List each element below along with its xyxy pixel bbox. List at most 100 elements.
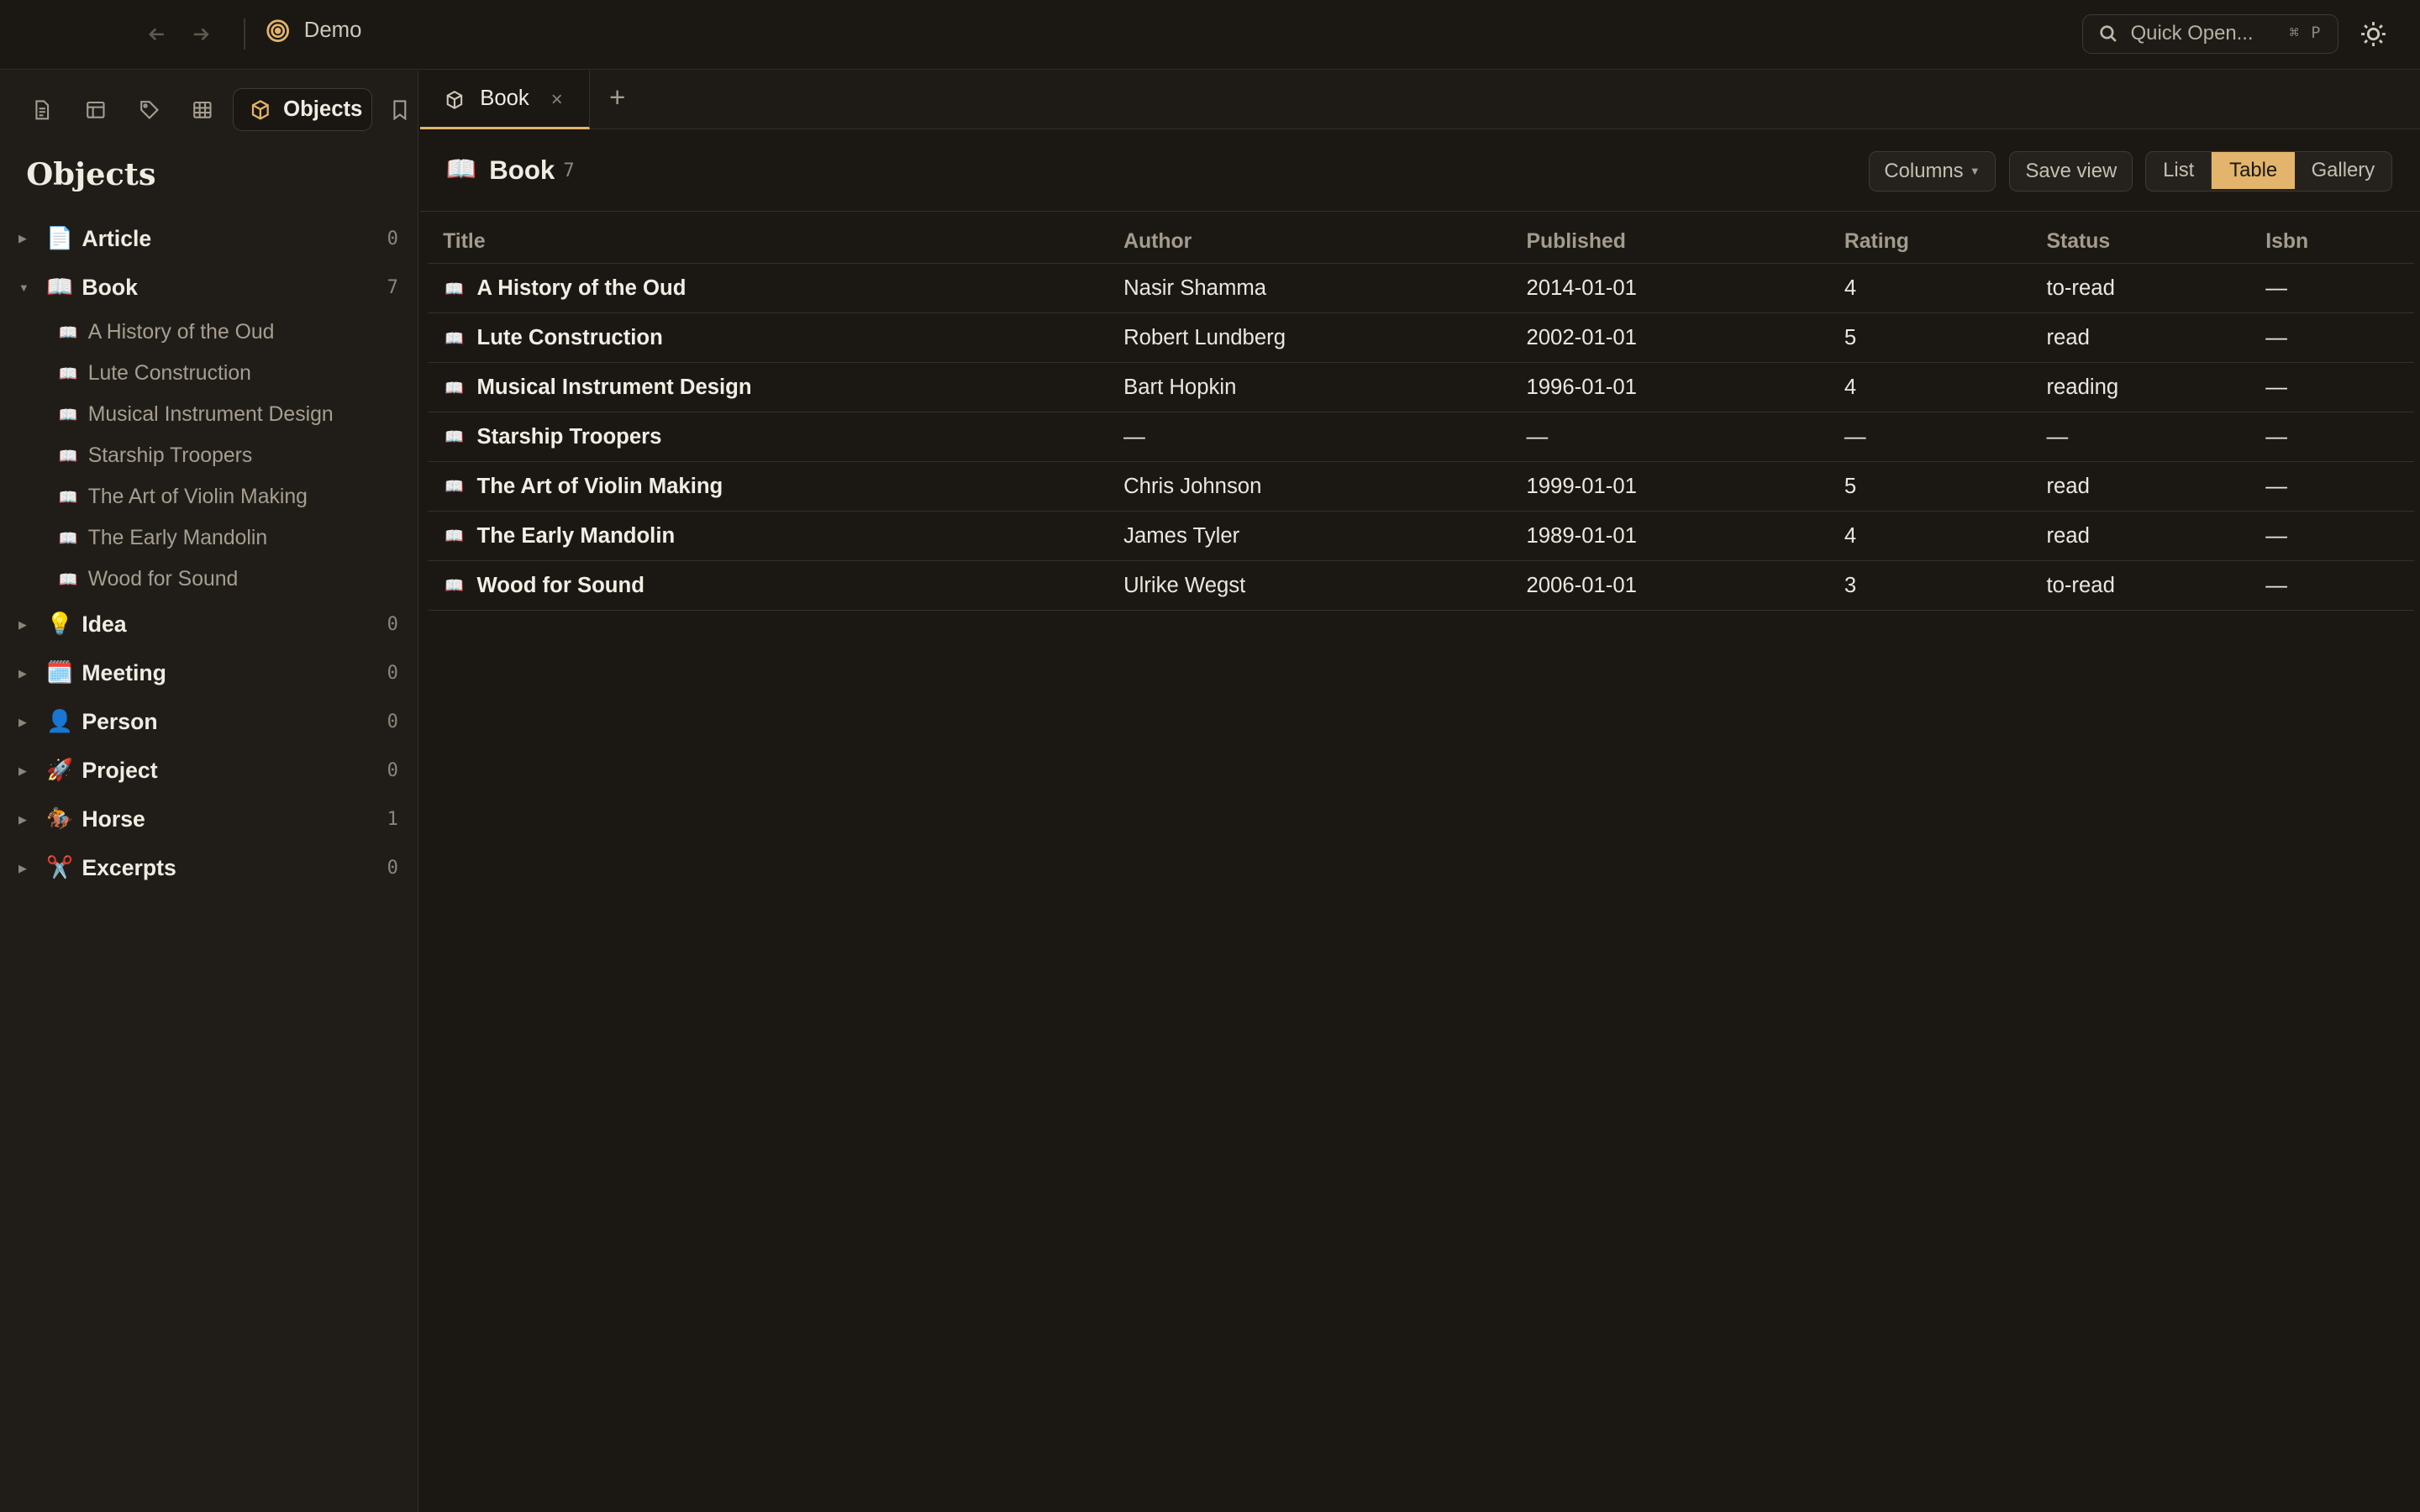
tree-group-label: Project xyxy=(82,758,158,784)
tree-item-book[interactable]: 📖 Musical Instrument Design xyxy=(0,394,418,435)
column-header-status[interactable]: Status xyxy=(2046,230,2110,254)
cell-isbn: — xyxy=(2265,523,2287,548)
table-row[interactable]: 📖 The Early Mandolin James Tyler 1989-01… xyxy=(427,512,2414,561)
object-count: 7 xyxy=(563,160,575,181)
cell-status: — xyxy=(2046,424,2069,449)
column-header-isbn[interactable]: Isbn xyxy=(2265,230,2308,254)
tree-item-book[interactable]: 📖 Wood for Sound xyxy=(0,559,418,601)
layout-icon[interactable] xyxy=(82,96,109,123)
table-row[interactable]: 📖 The Art of Violin Making Chris Johnson… xyxy=(427,462,2414,512)
bookmark-icon[interactable] xyxy=(386,96,413,123)
book-icon: 📖 xyxy=(46,275,74,299)
book-icon: 📖 xyxy=(58,529,78,548)
tag-icon[interactable] xyxy=(136,96,164,123)
book-icon: 📖 xyxy=(444,378,464,396)
cell-rating: 5 xyxy=(1844,474,1857,498)
caret-right-icon[interactable]: ▶ xyxy=(18,667,27,680)
table-row[interactable]: 📖 Musical Instrument Design Bart Hopkin … xyxy=(427,363,2414,413)
quick-open-shortcut: ⌘ P xyxy=(2289,24,2323,42)
workspace-switcher[interactable]: Demo xyxy=(266,18,361,43)
cell-title[interactable]: A History of the Oud xyxy=(477,276,687,301)
cell-published: 2002-01-01 xyxy=(1526,325,1637,349)
tree-item-book[interactable]: 📖 A History of the Oud xyxy=(0,312,418,353)
book-icon: 📖 xyxy=(58,570,78,589)
close-icon[interactable]: × xyxy=(551,88,563,112)
tree-group-meeting[interactable]: ▶ 🗓️ Meeting 0 xyxy=(0,649,418,698)
columns-button[interactable]: Columns ▼ xyxy=(1869,150,1996,192)
calendar-icon: 🗓️ xyxy=(46,660,74,685)
cell-title[interactable]: Musical Instrument Design xyxy=(477,375,752,400)
cell-title[interactable]: Starship Troopers xyxy=(477,425,662,449)
column-header-title[interactable]: Title xyxy=(443,230,486,254)
cell-status: read xyxy=(2046,325,2090,349)
sidebar-toolbar: Objects xyxy=(0,87,418,133)
tree-group-article[interactable]: ▶ 📄 Article 0 xyxy=(0,214,418,263)
caret-right-icon[interactable]: ▶ xyxy=(18,862,27,875)
tree-group-idea[interactable]: ▶ 💡 Idea 0 xyxy=(0,601,418,649)
object-type-tree: ▶ 📄 Article 0 ▼ 📖 Book 7 📖 A History of … xyxy=(0,214,418,892)
tree-group-horse[interactable]: ▶ 🏇 Horse 1 xyxy=(0,795,418,844)
cell-isbn: — xyxy=(2265,325,2287,349)
sidebar: Objects Objects ▶ 📄 Article 0 ▼ 📖 Book 7… xyxy=(0,71,418,1512)
tree-item-book[interactable]: 📖 Lute Construction xyxy=(0,353,418,394)
title-bar: Demo Quick Open... ⌘ P xyxy=(0,0,2420,70)
table-row[interactable]: 📖 A History of the Oud Nasir Shamma 2014… xyxy=(427,264,2414,314)
cell-title[interactable]: Wood for Sound xyxy=(477,574,644,598)
save-view-button[interactable]: Save view xyxy=(2009,150,2133,192)
column-header-rating[interactable]: Rating xyxy=(1844,230,1909,254)
tab-book[interactable]: Book × xyxy=(419,71,590,130)
caret-right-icon[interactable]: ▶ xyxy=(18,813,27,827)
column-header-author[interactable]: Author xyxy=(1123,230,1192,254)
cell-status: to-read xyxy=(2046,573,2115,597)
view-header: 📖 Book 7 Columns ▼ Save view List Table … xyxy=(419,131,2420,212)
cell-published: 1999-01-01 xyxy=(1526,474,1637,498)
cell-title[interactable]: The Art of Violin Making xyxy=(477,475,723,499)
cell-title[interactable]: The Early Mandolin xyxy=(477,524,676,549)
tree-item-book[interactable]: 📖 The Art of Violin Making xyxy=(0,476,418,517)
tree-group-label: Book xyxy=(82,274,138,300)
tree-group-count: 0 xyxy=(387,614,398,636)
table-row[interactable]: 📖 Lute Construction Robert Lundberg 2002… xyxy=(427,313,2414,364)
cell-status: reading xyxy=(2046,375,2119,399)
cell-isbn: — xyxy=(2265,375,2287,399)
cell-author: Nasir Shamma xyxy=(1123,276,1267,300)
add-tab-button[interactable]: + xyxy=(602,82,633,114)
view-mode-gallery[interactable]: Gallery xyxy=(2295,152,2391,189)
document-icon[interactable] xyxy=(28,96,55,123)
tree-group-excerpts[interactable]: ▶ ✂️ Excerpts 0 xyxy=(0,844,418,893)
quick-open-button[interactable]: Quick Open... ⌘ P xyxy=(2081,13,2338,55)
view-mode-table[interactable]: Table xyxy=(2212,151,2295,190)
table-row[interactable]: 📖 Wood for Sound Ulrike Wegst 2006-01-01… xyxy=(427,561,2414,611)
caret-right-icon[interactable]: ▶ xyxy=(18,764,27,778)
column-header-published[interactable]: Published xyxy=(1526,230,1625,254)
caret-right-icon[interactable]: ▶ xyxy=(18,232,27,245)
forward-arrow-icon[interactable] xyxy=(187,20,214,48)
tree-item-book[interactable]: 📖 Starship Troopers xyxy=(0,435,418,476)
objects-table: Title Author Published Rating Status Isb… xyxy=(427,214,2414,611)
sun-icon[interactable] xyxy=(2360,20,2387,48)
book-icon: 📖 xyxy=(444,576,464,595)
cell-isbn: — xyxy=(2265,474,2287,498)
table-row[interactable]: 📖 Starship Troopers — — — — — xyxy=(427,412,2414,463)
cell-published: — xyxy=(1526,424,1549,449)
view-mode-list[interactable]: List xyxy=(2146,151,2212,190)
cell-author: Bart Hopkin xyxy=(1123,375,1237,399)
book-icon: 📖 xyxy=(444,328,464,347)
cell-published: 2014-01-01 xyxy=(1526,276,1637,300)
tree-group-person[interactable]: ▶ 👤 Person 0 xyxy=(0,698,418,747)
caret-right-icon[interactable]: ▶ xyxy=(18,716,27,729)
person-icon: 👤 xyxy=(46,709,74,733)
table-icon[interactable] xyxy=(188,96,216,123)
tree-item-label: Lute Construction xyxy=(87,361,251,385)
back-arrow-icon[interactable] xyxy=(144,20,171,48)
tree-item-label: The Early Mandolin xyxy=(87,527,268,550)
cell-isbn: — xyxy=(2265,424,2287,449)
cell-title[interactable]: Lute Construction xyxy=(477,326,663,350)
tree-group-book[interactable]: ▼ 📖 Book 7 xyxy=(0,263,418,312)
book-icon: 📖 xyxy=(58,364,78,382)
caret-right-icon[interactable]: ▶ xyxy=(18,618,27,632)
tree-item-book[interactable]: 📖 The Early Mandolin xyxy=(0,518,418,559)
caret-down-icon[interactable]: ▼ xyxy=(18,281,29,294)
objects-tool-button[interactable]: Objects xyxy=(233,87,372,132)
tree-group-project[interactable]: ▶ 🚀 Project 0 xyxy=(0,747,418,795)
